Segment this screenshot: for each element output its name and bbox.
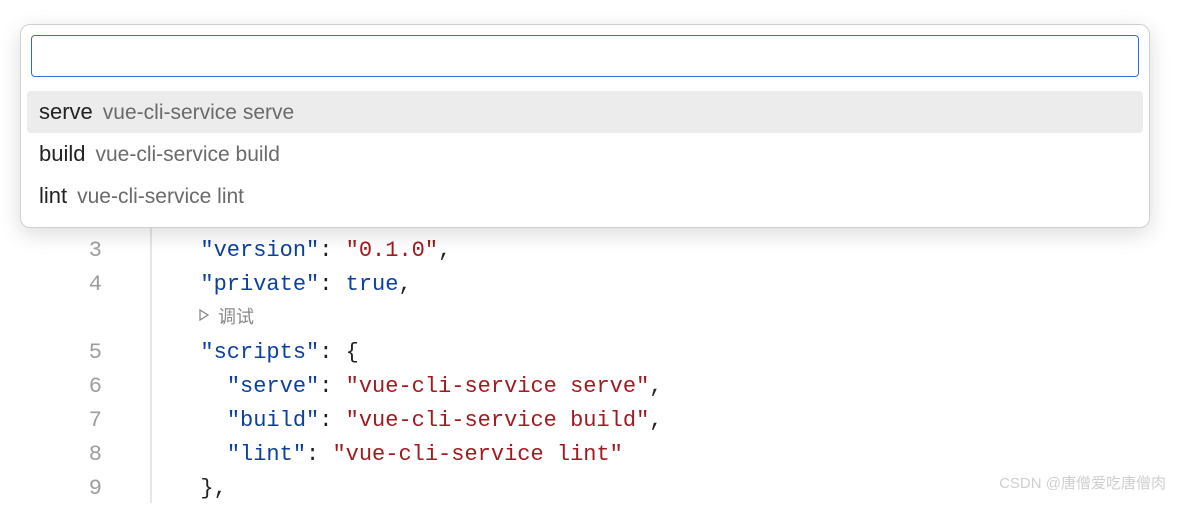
command-item-build[interactable]: build vue-cli-service build	[21, 133, 1149, 175]
json-string: "vue-cli-service lint"	[332, 442, 622, 467]
watermark: CSDN @唐僧爱吃唐僧肉	[999, 472, 1166, 493]
json-key: "build"	[227, 408, 319, 433]
json-string: "0.1.0"	[346, 238, 438, 263]
line-number: 7	[0, 404, 102, 438]
json-bool: true	[346, 272, 399, 297]
command-palette: serve vue-cli-service serve build vue-cl…	[20, 24, 1150, 228]
play-icon	[196, 302, 212, 336]
code-line[interactable]: "lint": "vue-cli-service lint"	[164, 438, 1184, 472]
json-string: "vue-cli-service build"	[346, 408, 650, 433]
line-number: 5	[0, 336, 102, 370]
code-line[interactable]: "serve": "vue-cli-service serve",	[164, 370, 1184, 404]
command-input[interactable]	[31, 35, 1139, 77]
command-item-lint[interactable]: lint vue-cli-service lint	[21, 175, 1149, 217]
json-key: "scripts"	[200, 340, 319, 365]
codelens-label: 调试	[218, 302, 254, 336]
line-number: 4	[0, 268, 102, 302]
command-item-name: lint	[39, 183, 67, 209]
json-key: "serve"	[227, 374, 319, 399]
command-item-name: build	[39, 141, 85, 167]
json-string: "vue-cli-service serve"	[346, 374, 650, 399]
line-number: 6	[0, 370, 102, 404]
gutter-spacer	[0, 302, 102, 336]
command-item-desc: vue-cli-service lint	[77, 185, 244, 209]
command-item-name: serve	[39, 99, 93, 125]
line-number: 3	[0, 234, 102, 268]
json-key: "private"	[200, 272, 319, 297]
code-line[interactable]: "private": true,	[164, 268, 1184, 302]
json-key: "version"	[200, 238, 319, 263]
line-gutter: 2 3 4 5 6 7 8 9	[0, 200, 130, 503]
json-key: "lint"	[227, 442, 306, 467]
line-number: 9	[0, 472, 102, 506]
command-item-serve[interactable]: serve vue-cli-service serve	[27, 91, 1143, 133]
command-list: serve vue-cli-service serve build vue-cl…	[21, 87, 1149, 227]
code-line[interactable]: "scripts": {	[164, 336, 1184, 370]
code-content[interactable]: "name": "my-ruoyi-vue", "version": "0.1.…	[150, 200, 1184, 503]
code-line[interactable]: "build": "vue-cli-service build",	[164, 404, 1184, 438]
code-line[interactable]: "version": "0.1.0",	[164, 234, 1184, 268]
codelens-debug[interactable]: 调试	[164, 302, 1184, 336]
command-item-desc: vue-cli-service build	[95, 143, 279, 167]
line-number: 8	[0, 438, 102, 472]
command-item-desc: vue-cli-service serve	[103, 101, 294, 125]
